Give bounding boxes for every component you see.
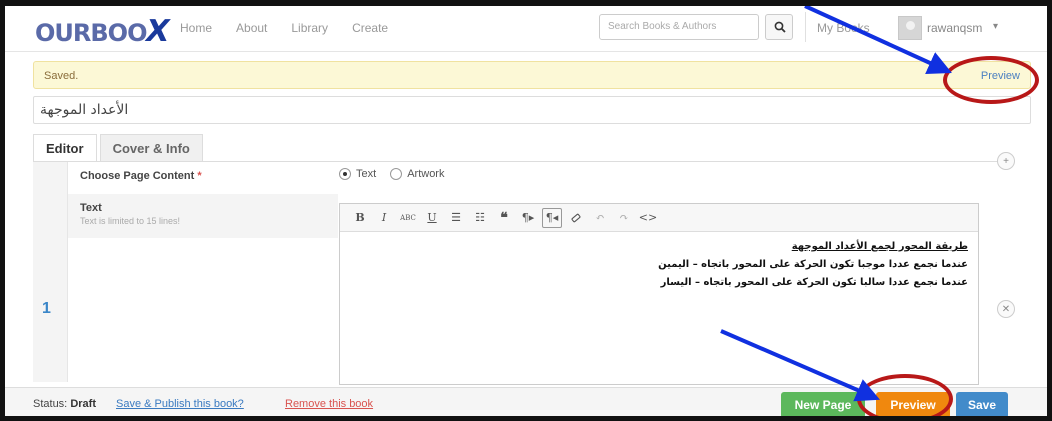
main-nav: Home About Library Create: [180, 21, 388, 35]
blockquote-icon[interactable]: ❝: [494, 208, 514, 228]
annotation-circle-bottom: [857, 374, 953, 416]
logo-x: X: [142, 14, 173, 49]
redo-icon[interactable]: ↷: [614, 208, 634, 228]
my-books-link[interactable]: My Books: [817, 21, 870, 35]
rtl-paragraph-icon[interactable]: ¶◂: [542, 207, 562, 228]
saved-text: Saved.: [44, 70, 79, 82]
text-label: Text: [80, 202, 102, 214]
logo-text: OURBOO: [35, 19, 147, 47]
underline-icon[interactable]: U: [422, 208, 442, 228]
new-page-button[interactable]: New Page: [781, 392, 865, 416]
page-settings-labels: Choose Page Content * Text Text is limit…: [68, 162, 338, 382]
search-icon: [774, 21, 786, 33]
tab-editor[interactable]: Editor: [33, 134, 97, 162]
status-badge: Draft: [70, 398, 96, 410]
radio-text[interactable]: Text: [339, 168, 376, 180]
editor-content[interactable]: طريقة المحور لجمع الأعداد الموجهة عندما …: [408, 238, 968, 292]
italic-icon[interactable]: I: [374, 208, 394, 228]
top-navbar: OURBOOX Home About Library Create Search…: [5, 6, 1047, 52]
book-status: Status: Draft: [33, 398, 96, 410]
nav-create[interactable]: Create: [352, 21, 388, 35]
editor-tabs: Editor Cover & Info: [33, 134, 206, 162]
save-button[interactable]: Save: [956, 392, 1008, 416]
ltr-paragraph-icon[interactable]: ¶▸: [518, 208, 538, 228]
bulleted-list-icon[interactable]: ☰: [446, 208, 466, 228]
choose-content-label: Choose Page Content *: [80, 170, 202, 182]
bold-icon[interactable]: B: [350, 208, 370, 228]
nav-library[interactable]: Library: [291, 21, 328, 35]
eraser-icon[interactable]: [566, 208, 586, 228]
content-line-2: عندما نجمع عددا موجبا تكون الحركة على ال…: [658, 259, 968, 270]
chevron-down-icon[interactable]: ▾: [993, 21, 998, 32]
ourboox-logo[interactable]: OURBOOX: [35, 14, 172, 49]
annotation-circle-top: [943, 56, 1039, 104]
nav-about[interactable]: About: [236, 21, 267, 35]
rich-text-editor[interactable]: B I ABC U ☰ ☷ ❝ ¶▸ ¶◂ ↶ ↷ <> طريقة المحو…: [339, 203, 979, 385]
page-number: 1: [42, 300, 51, 317]
radio-text-label: Text: [356, 168, 377, 180]
radio-text-dot[interactable]: [339, 168, 351, 180]
remove-book-link[interactable]: Remove this book: [285, 398, 373, 410]
required-mark: *: [197, 170, 202, 182]
tab-cover-info[interactable]: Cover & Info: [99, 134, 203, 162]
page-gutter: 1: [33, 162, 68, 382]
search-input[interactable]: Search Books & Authors: [599, 14, 759, 40]
undo-icon[interactable]: ↶: [590, 208, 610, 228]
app-frame: OURBOOX Home About Library Create Search…: [0, 0, 1052, 421]
status-label: Status:: [33, 398, 68, 410]
close-icon[interactable]: ✕: [997, 300, 1015, 318]
content-line-1: طريقة المحور لجمع الأعداد الموجهة: [791, 241, 968, 252]
content-line-3: عندما نجمع عددا سالبا تكون الحركة على ال…: [660, 277, 968, 288]
content-type-options: Text Artwork: [339, 168, 444, 180]
search-button[interactable]: [765, 14, 793, 40]
nav-home[interactable]: Home: [180, 21, 212, 35]
numbered-list-icon[interactable]: ☷: [470, 208, 490, 228]
strikethrough-icon[interactable]: ABC: [398, 208, 418, 228]
add-page-icon[interactable]: +: [997, 152, 1015, 170]
username-menu[interactable]: rawanqsm: [927, 21, 982, 35]
avatar[interactable]: [898, 16, 922, 40]
book-title-input[interactable]: الأعداد الموجهة: [33, 96, 1031, 124]
nav-divider: [805, 12, 806, 42]
text-label-block: Text Text is limited to 15 lines!: [68, 194, 338, 238]
radio-artwork-label: Artwork: [407, 168, 445, 180]
radio-artwork-dot[interactable]: [390, 168, 403, 180]
code-icon[interactable]: <>: [638, 208, 658, 228]
text-limit-hint: Text is limited to 15 lines!: [80, 216, 181, 226]
radio-artwork[interactable]: Artwork: [390, 168, 444, 180]
saved-notice: Saved. Preview: [33, 61, 1031, 89]
book-title-value: الأعداد الموجهة: [40, 102, 129, 118]
choose-content-text: Choose Page Content: [80, 170, 195, 182]
save-publish-link[interactable]: Save & Publish this book?: [116, 398, 244, 410]
editor-toolbar: B I ABC U ☰ ☷ ❝ ¶▸ ¶◂ ↶ ↷ <>: [340, 204, 978, 232]
